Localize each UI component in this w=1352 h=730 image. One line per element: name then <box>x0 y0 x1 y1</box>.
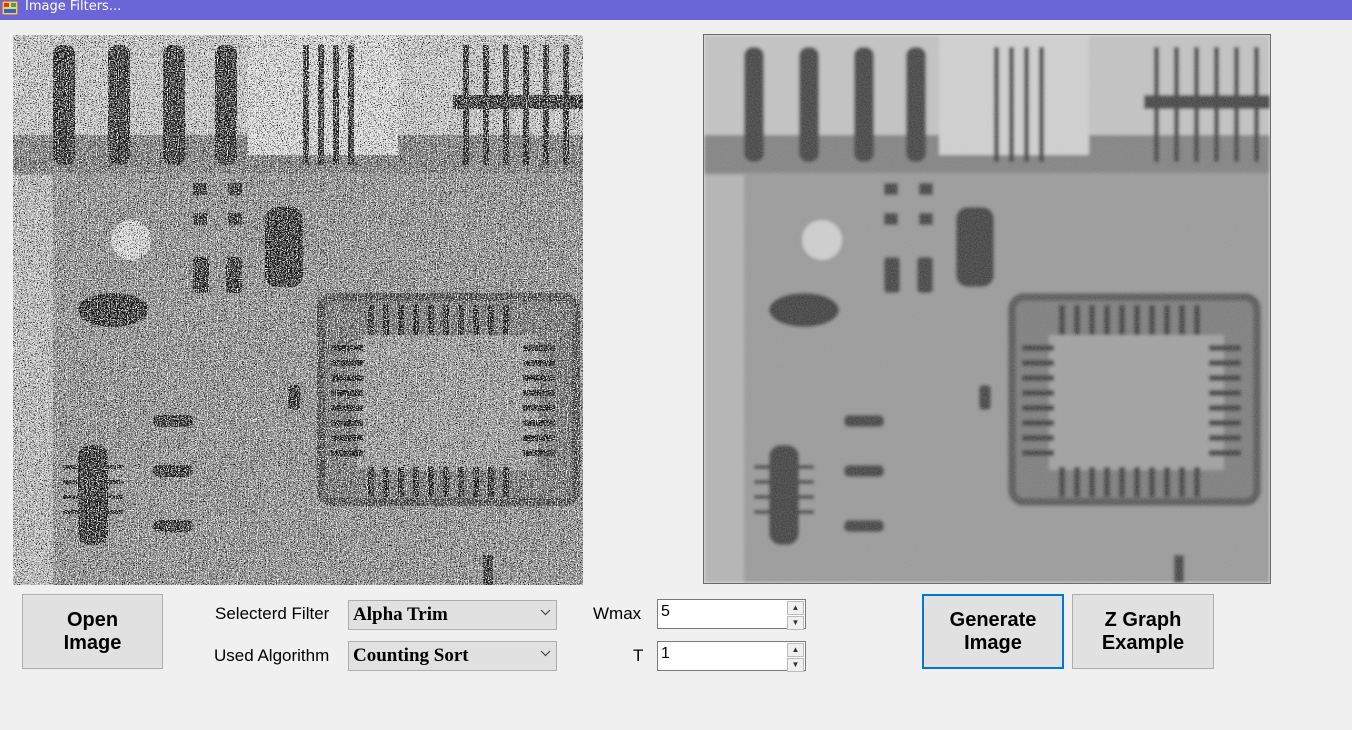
spin-up-icon[interactable]: ▲ <box>787 601 804 615</box>
t-label: T <box>633 646 644 665</box>
t-value: 1 <box>661 645 670 662</box>
generate-image-button[interactable]: Generate Image <box>922 594 1064 669</box>
filter-select-value: Alpha Trim <box>353 604 448 625</box>
chevron-down-icon <box>540 650 551 657</box>
open-image-button[interactable]: Open Image <box>22 594 163 669</box>
wmax-stepper[interactable]: 5 ▲ ▼ <box>657 599 806 630</box>
spin-down-icon[interactable]: ▼ <box>787 616 804 630</box>
title-bar: Image Filters... <box>0 0 1352 20</box>
filter-label: Selecterd Filter <box>215 604 330 623</box>
spin-down-icon[interactable]: ▼ <box>787 658 804 672</box>
original-image <box>13 35 583 585</box>
app-icon <box>2 1 18 15</box>
algorithm-label: Used Algorithm <box>214 646 330 665</box>
algorithm-select-value: Counting Sort <box>353 645 469 666</box>
filtered-image <box>703 34 1271 584</box>
z-graph-example-button[interactable]: Z Graph Example <box>1072 594 1214 669</box>
algorithm-select[interactable]: Counting Sort <box>348 641 557 671</box>
spin-up-icon[interactable]: ▲ <box>787 643 804 657</box>
wmax-label: Wmax <box>593 604 642 623</box>
chevron-down-icon <box>540 609 551 616</box>
t-stepper[interactable]: 1 ▲ ▼ <box>657 641 806 672</box>
wmax-value: 5 <box>661 603 670 620</box>
window-title: Image Filters... <box>25 0 122 14</box>
filter-select[interactable]: Alpha Trim <box>348 600 557 630</box>
